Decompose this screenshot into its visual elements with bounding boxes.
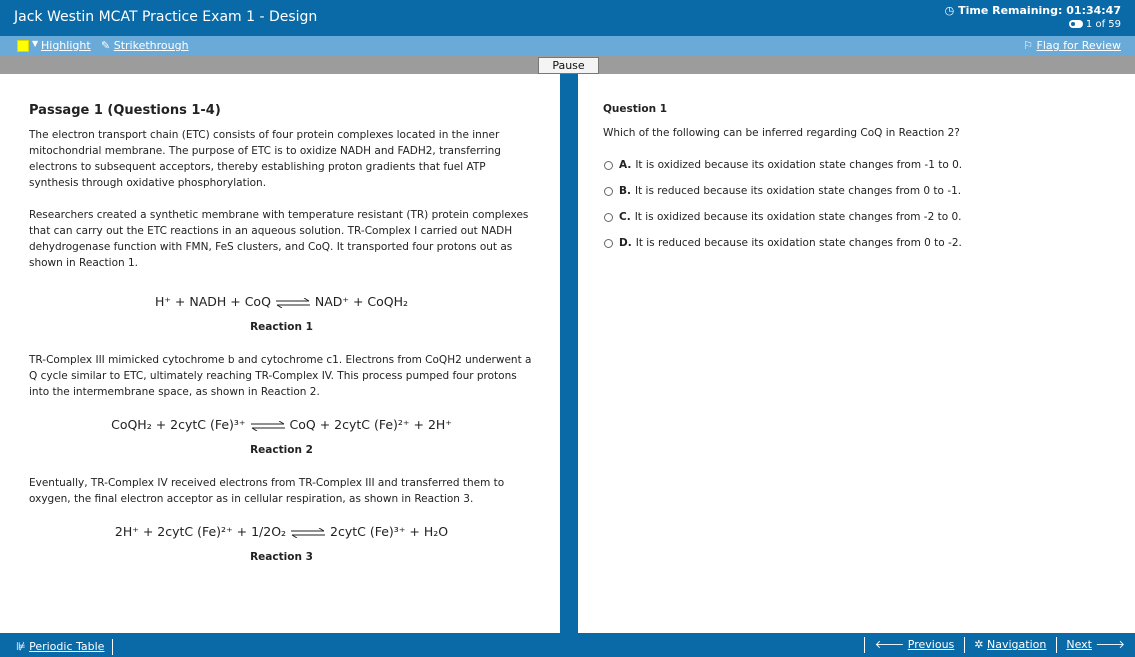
question-stem: Which of the following can be inferred r… — [603, 127, 960, 139]
choice-text: It is reduced because its oxidation stat… — [635, 237, 962, 249]
timer-label: Time Remaining: — [958, 4, 1063, 17]
question: Question 1 Which of the following can be… — [603, 103, 1123, 262]
clock-icon: ◷ — [944, 4, 955, 17]
flag-icon: ⚐ — [1023, 39, 1034, 52]
navigation-label: Navigation — [987, 638, 1047, 651]
highlight-label: Highlight — [41, 39, 91, 52]
previous-label: Previous — [907, 638, 955, 651]
panel-divider[interactable] — [560, 74, 578, 633]
strikethrough-label: Strikethrough — [113, 39, 189, 52]
answer-choice-d[interactable]: D. It is reduced because its oxidation s… — [603, 236, 1123, 250]
choice-letter: D. — [619, 237, 632, 249]
passage-paragraph: TR-Complex III mimicked cytochrome b and… — [29, 354, 532, 398]
footer-bar: ⊯ Periodic Table 🡐 Previous ✲ Navigation… — [0, 633, 1135, 657]
reaction-equation: CoQH₂ + 2cytC (Fe)³⁺ CoQ + 2cytC (Fe)²⁺ … — [111, 417, 452, 432]
radio-button[interactable] — [604, 186, 613, 196]
radio-button[interactable] — [604, 212, 613, 222]
flag-for-review-button[interactable]: ⚐ Flag for Review — [1023, 39, 1121, 52]
chart-icon: ⊯ — [16, 640, 26, 653]
answer-choice-c[interactable]: C. It is oxidized because its oxidation … — [603, 210, 1123, 224]
separator — [111, 639, 113, 655]
equilibrium-arrow-icon — [250, 420, 285, 431]
timer-value: 01:34:47 — [1066, 4, 1121, 17]
answer-choice-a[interactable]: A. It is oxidized because its oxidation … — [603, 158, 1123, 172]
reaction-equation: H⁺ + NADH + CoQ NAD⁺ + CoQH₂ — [154, 294, 409, 309]
reaction-label: Reaction 2 — [250, 444, 313, 456]
previous-button[interactable]: 🡐 Previous — [873, 638, 957, 651]
choice-text: It is oxidized because its oxidation sta… — [634, 211, 962, 223]
question-panel: Question 1 Which of the following can be… — [578, 74, 1135, 633]
passage-paragraph: Eventually, TR-Complex IV received elect… — [29, 477, 505, 505]
reaction-label: Reaction 3 — [250, 551, 313, 563]
next-button[interactable]: Next 🡒 — [1064, 638, 1127, 651]
content-area: Passage 1 (Questions 1-4) The electron t… — [0, 74, 1135, 633]
separator — [1055, 637, 1057, 653]
reaction-label: Reaction 1 — [250, 321, 313, 333]
passage-paragraph: Researchers created a synthetic membrane… — [29, 209, 529, 269]
periodic-table-label: Periodic Table — [29, 640, 105, 653]
choice-letter: C. — [619, 211, 631, 223]
chevron-down-icon[interactable]: ▼ — [32, 39, 38, 48]
choice-letter: A. — [619, 159, 632, 171]
passage: Passage 1 (Questions 1-4) The electron t… — [29, 103, 534, 582]
passage-paragraph: The electron transport chain (ETC) consi… — [29, 129, 501, 189]
reaction-equation: 2H⁺ + 2cytC (Fe)²⁺ + 1/2O₂ 2cytC (Fe)³⁺ … — [114, 524, 449, 539]
asterisk-icon: ✲ — [974, 638, 984, 651]
strikethrough-button[interactable]: ✎ Strikethrough — [101, 39, 189, 52]
flag-label: Flag for Review — [1036, 39, 1121, 52]
toggle-icon[interactable] — [1068, 20, 1083, 28]
next-label: Next — [1066, 638, 1092, 651]
passage-title: Passage 1 (Questions 1-4) — [29, 103, 221, 118]
separator — [963, 637, 965, 653]
choice-text: It is reduced because its oxidation stat… — [635, 185, 962, 197]
arrow-right-icon: 🡒 — [1095, 638, 1126, 651]
title-bar: Jack Westin MCAT Practice Exam 1 - Desig… — [0, 0, 1135, 36]
toolbar: ▼ Highlight ✎ Strikethrough ⚐ Flag for R… — [0, 36, 1135, 56]
highlight-color-swatch[interactable] — [17, 40, 29, 52]
question-title: Question 1 — [603, 103, 668, 115]
periodic-table-button[interactable]: ⊯ Periodic Table — [16, 639, 117, 655]
answer-choice-b[interactable]: B. It is reduced because its oxidation s… — [603, 184, 1123, 198]
exam-title: Jack Westin MCAT Practice Exam 1 - Desig… — [14, 9, 318, 25]
footer-nav: 🡐 Previous ✲ Navigation Next 🡒 — [860, 637, 1127, 653]
radio-button[interactable] — [604, 160, 613, 170]
choice-letter: B. — [619, 185, 631, 197]
pencil-icon: ✎ — [101, 39, 111, 52]
time-remaining: ◷ Time Remaining: 01:34:47 — [945, 4, 1121, 17]
pause-bar: Pause — [0, 56, 1135, 74]
navigation-button[interactable]: ✲ Navigation — [972, 638, 1048, 651]
arrow-left-icon: 🡐 — [874, 638, 905, 651]
equilibrium-arrow-icon — [275, 297, 310, 308]
equilibrium-arrow-icon — [291, 527, 326, 538]
question-count: 1 of 59 — [1085, 19, 1121, 30]
highlight-button[interactable]: Highlight — [41, 39, 91, 52]
separator — [864, 637, 866, 653]
pause-button[interactable]: Pause — [538, 57, 599, 74]
radio-button[interactable] — [604, 238, 613, 248]
choice-text: It is oxidized because its oxidation sta… — [635, 159, 963, 171]
passage-panel: Passage 1 (Questions 1-4) The electron t… — [0, 74, 560, 633]
question-counter: 1 of 59 — [1068, 19, 1121, 30]
